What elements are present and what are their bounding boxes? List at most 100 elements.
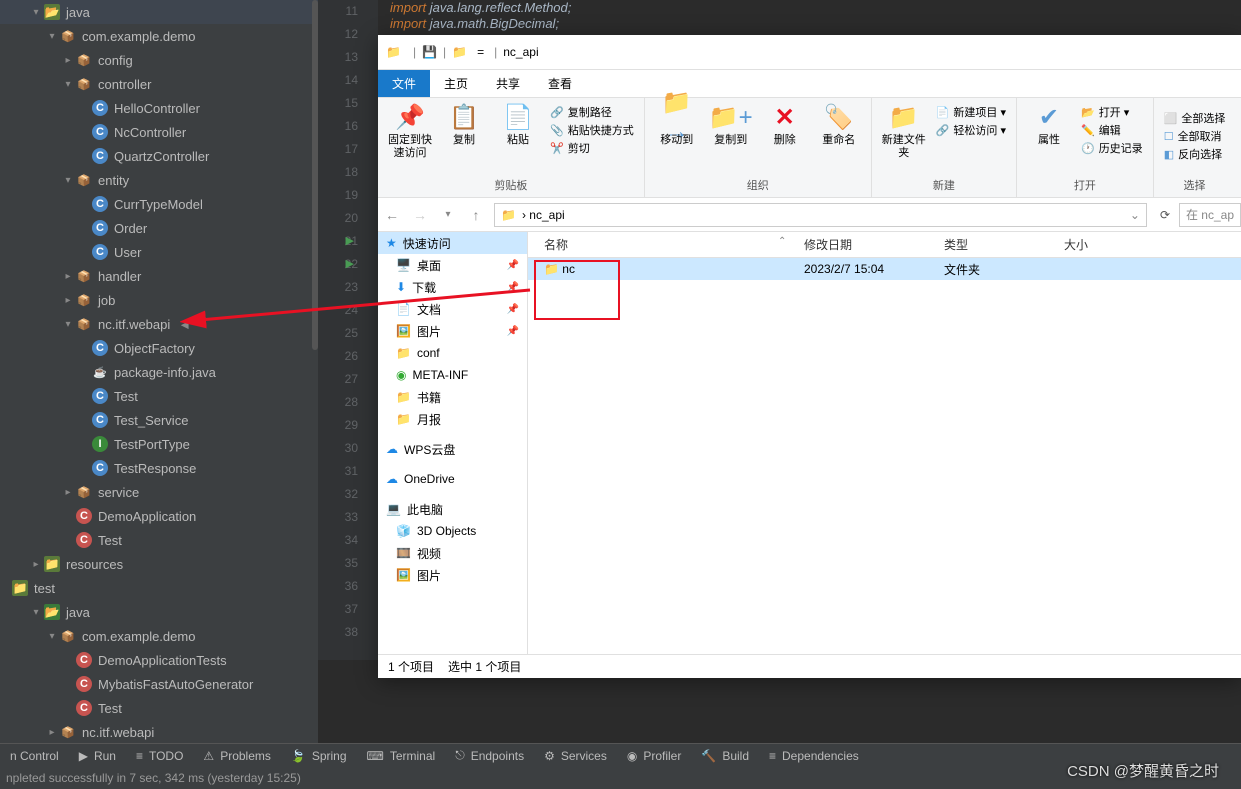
build-tab[interactable]: 🔨Build <box>701 749 749 763</box>
terminal-tab[interactable]: ⌨Terminal <box>367 749 436 763</box>
editor-content[interactable]: import java.lang.reflect.Method; import … <box>390 0 571 32</box>
endpoints-tab[interactable]: ⎋Endpoints <box>455 748 524 763</box>
select-all-button[interactable]: ⬜全部选择 <box>1164 110 1226 126</box>
paste-shortcut-button[interactable]: 📎粘贴快捷方式 <box>550 122 634 138</box>
new-folder-button[interactable]: 📁新建文件夹 <box>878 102 930 160</box>
col-date[interactable]: 修改日期 <box>788 236 928 253</box>
nav-pictures[interactable]: 🖼️图片📌 <box>378 320 527 342</box>
nav-recent-button[interactable]: ▾ <box>434 209 462 220</box>
nav-folder[interactable]: 月报 <box>378 408 527 430</box>
select-none-button[interactable]: ☐全部取消 <box>1164 128 1226 144</box>
chevron-down-icon[interactable]: ⌄ <box>1130 208 1140 222</box>
tree-class[interactable]: ObjectFactory <box>0 336 318 360</box>
tree-package-entity[interactable]: ▾entity <box>0 168 318 192</box>
nav-up-button[interactable]: ↑ <box>462 207 490 223</box>
history-button[interactable]: 🕐历史记录 <box>1081 140 1143 156</box>
properties-button[interactable]: ✔属性 <box>1023 102 1075 158</box>
tree-class[interactable]: TestResponse <box>0 456 318 480</box>
tree-folder-java2[interactable]: ▾java <box>0 600 318 624</box>
col-name[interactable]: 名称⌃ <box>528 236 788 253</box>
file-list[interactable]: 名称⌃ 修改日期 类型 大小 nc 2023/2/7 15:04 文件夹 <box>528 232 1241 654</box>
easy-access-button[interactable]: 🔗轻松访问 ▾ <box>936 122 1006 138</box>
tree-class[interactable]: Test <box>0 696 318 720</box>
tree-class[interactable]: Test <box>0 384 318 408</box>
cut-button[interactable]: ✂️剪切 <box>550 140 634 156</box>
nav-pictures[interactable]: 🖼️图片 <box>378 564 527 586</box>
nav-back-button[interactable]: ← <box>378 207 406 223</box>
tree-folder-test[interactable]: test <box>0 576 318 600</box>
run-gutter-icon[interactable]: ▶ <box>346 253 354 276</box>
nav-onedrive[interactable]: ☁OneDrive <box>378 468 527 490</box>
nav-videos[interactable]: 🎞️视频 <box>378 542 527 564</box>
delete-button[interactable]: ✕删除 <box>759 102 811 147</box>
path-input[interactable]: › nc_api ⌄ <box>494 203 1147 227</box>
tree-class[interactable]: Test <box>0 528 318 552</box>
tree-package-demo2[interactable]: ▾com.example.demo <box>0 624 318 648</box>
tree-class[interactable]: HelloController <box>0 96 318 120</box>
pin-to-quick-access-button[interactable]: 📌固定到快速访问 <box>384 102 436 160</box>
copy-button[interactable]: 📋复制 <box>438 102 490 160</box>
tree-class[interactable]: User <box>0 240 318 264</box>
tree-class[interactable]: DemoApplicationTests <box>0 648 318 672</box>
nav-3d-objects[interactable]: 🧊3D Objects <box>378 520 527 542</box>
profiler-tab[interactable]: ◉Profiler <box>627 749 682 763</box>
run-gutter-icon[interactable]: ▶ <box>346 230 354 253</box>
col-type[interactable]: 类型 <box>928 236 1048 253</box>
explorer-titlebar[interactable]: | 💾 | = | nc_api <box>378 35 1241 70</box>
tab-file[interactable]: 文件 <box>378 70 430 97</box>
col-size[interactable]: 大小 <box>1048 236 1128 253</box>
search-input[interactable]: 在 nc_ap <box>1179 203 1241 227</box>
tree-folder-resources[interactable]: ▸resources <box>0 552 318 576</box>
nav-folder[interactable]: conf <box>378 342 527 364</box>
tab-view[interactable]: 查看 <box>534 70 586 97</box>
project-tree[interactable]: ▾java ▾com.example.demo ▸config ▾control… <box>0 0 318 755</box>
tree-package-job[interactable]: ▸job <box>0 288 318 312</box>
column-headers[interactable]: 名称⌃ 修改日期 类型 大小 <box>528 232 1241 258</box>
tree-folder-java[interactable]: ▾java <box>0 0 318 24</box>
invert-selection-button[interactable]: ◧反向选择 <box>1164 146 1226 162</box>
edit-button[interactable]: ✏️编辑 <box>1081 122 1143 138</box>
nav-forward-button[interactable]: → <box>406 207 434 223</box>
tree-package-ncitf[interactable]: ▾nc.itf.webapi◄ <box>0 312 318 336</box>
tree-class[interactable]: DemoApplication <box>0 504 318 528</box>
version-control-tab[interactable]: n Control <box>10 749 59 763</box>
services-tab[interactable]: ⚙Services <box>544 749 607 763</box>
nav-downloads[interactable]: ⬇下载📌 <box>378 276 527 298</box>
tree-class[interactable]: Test_Service <box>0 408 318 432</box>
tree-package-ncitf2[interactable]: ▸nc.itf.webapi <box>0 720 318 744</box>
dependencies-tab[interactable]: ≡Dependencies <box>769 749 859 763</box>
tree-class[interactable]: Order <box>0 216 318 240</box>
tab-home[interactable]: 主页 <box>430 70 482 97</box>
tree-file[interactable]: package-info.java <box>0 360 318 384</box>
tree-class[interactable]: QuartzController <box>0 144 318 168</box>
tree-package-controller[interactable]: ▾controller <box>0 72 318 96</box>
tree-package-service[interactable]: ▸service <box>0 480 318 504</box>
tree-class[interactable]: NcController <box>0 120 318 144</box>
open-button[interactable]: 📂打开 ▾ <box>1081 104 1143 120</box>
move-to-button[interactable]: 📁→移动到 <box>651 102 703 147</box>
rename-button[interactable]: 🏷️重命名 <box>813 102 865 147</box>
nav-quick-access[interactable]: ★快速访问 <box>378 232 527 254</box>
paste-button[interactable]: 📄粘贴 <box>492 102 544 160</box>
tab-share[interactable]: 共享 <box>482 70 534 97</box>
todo-tab[interactable]: ≡TODO <box>136 749 183 763</box>
new-item-button[interactable]: 📄新建项目 ▾ <box>936 104 1006 120</box>
navigation-pane[interactable]: ★快速访问 🖥️桌面📌 ⬇下载📌 📄文档📌 🖼️图片📌 conf ◉META-I… <box>378 232 528 654</box>
copy-path-button[interactable]: 🔗复制路径 <box>550 104 634 120</box>
nav-this-pc[interactable]: 💻此电脑 <box>378 498 527 520</box>
run-tab[interactable]: ▶Run <box>79 749 116 763</box>
file-row-nc[interactable]: nc 2023/2/7 15:04 文件夹 <box>528 258 1241 280</box>
tree-package-demo[interactable]: ▾com.example.demo <box>0 24 318 48</box>
refresh-button[interactable]: ⟳ <box>1151 208 1179 222</box>
save-icon[interactable]: 💾 <box>422 45 437 59</box>
nav-desktop[interactable]: 🖥️桌面📌 <box>378 254 527 276</box>
spring-tab[interactable]: 🍃Spring <box>291 749 347 763</box>
nav-folder[interactable]: ◉META-INF <box>378 364 527 386</box>
tree-package-handler[interactable]: ▸handler <box>0 264 318 288</box>
problems-tab[interactable]: ⚠Problems <box>203 749 270 763</box>
tree-class[interactable]: MybatisFastAutoGenerator <box>0 672 318 696</box>
nav-wps[interactable]: ☁WPS云盘 <box>378 438 527 460</box>
nav-folder[interactable]: 书籍 <box>378 386 527 408</box>
tree-interface[interactable]: TestPortType <box>0 432 318 456</box>
copy-to-button[interactable]: 📁+复制到 <box>705 102 757 147</box>
